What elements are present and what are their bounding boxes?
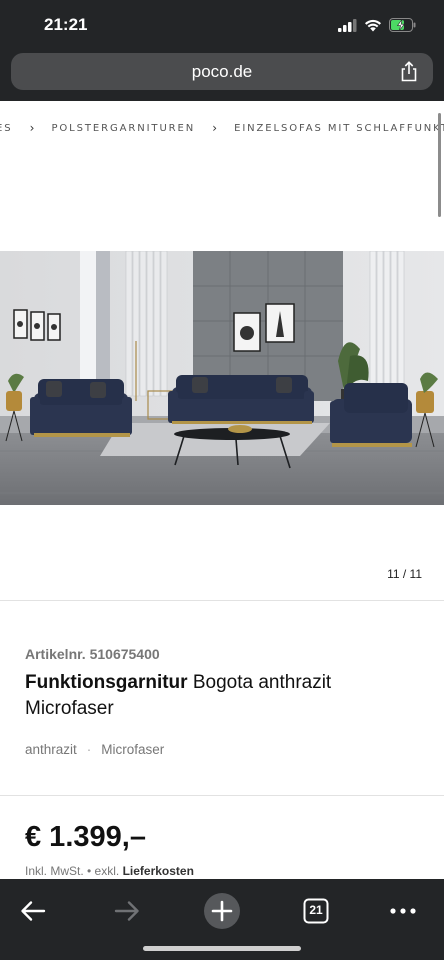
price: € 1.399,– <box>25 821 146 853</box>
living-room-photo <box>0 251 444 505</box>
chevron-right-icon: › <box>29 121 35 135</box>
article-number: Artikelnr. 510675400 <box>25 646 160 662</box>
tabs-button[interactable]: 21 <box>294 889 338 933</box>
divider <box>0 795 444 796</box>
breadcrumb-item[interactable]: POLSTERGARNITUREN <box>51 123 195 134</box>
shipping-costs-link[interactable]: Lieferkosten <box>123 864 194 878</box>
tabs-count: 21 <box>309 903 323 917</box>
product-image[interactable] <box>0 251 444 505</box>
product-title: Funktionsgarnitur Bogota anthrazit Micro… <box>25 670 425 722</box>
signal-icon <box>338 18 357 32</box>
more-icon <box>390 908 416 914</box>
scroll-indicator <box>438 113 441 217</box>
wifi-icon <box>365 19 381 31</box>
breadcrumb-item[interactable]: ES <box>0 123 12 134</box>
more-menu-button[interactable] <box>381 889 425 933</box>
divider <box>0 600 444 601</box>
forward-arrow-icon <box>114 901 139 921</box>
product-title-bold: Funktionsgarnitur <box>25 672 188 693</box>
page-content: ES › POLSTERGARNITUREN › EINZELSOFAS MIT… <box>0 101 444 879</box>
share-icon[interactable] <box>399 61 419 82</box>
tag-color: anthrazit <box>25 742 77 757</box>
image-counter: 11 / 11 <box>387 567 422 581</box>
price-note: Inkl. MwSt. • exkl. Lieferkosten <box>25 864 194 878</box>
tag-separator: · <box>86 742 92 757</box>
plus-icon <box>204 893 240 929</box>
status-icons <box>338 16 416 34</box>
address-bar[interactable]: poco.de <box>11 53 433 90</box>
browser-toolbar: 21 <box>0 879 444 960</box>
tag-material: Microfaser <box>101 742 165 757</box>
breadcrumb: ES › POLSTERGARNITUREN › EINZELSOFAS MIT… <box>0 121 444 135</box>
product-tags: anthrazit · Microfaser <box>25 742 164 757</box>
back-arrow-icon <box>21 901 46 921</box>
url-text[interactable]: poco.de <box>11 62 433 82</box>
battery-charging-icon <box>389 18 416 32</box>
chevron-right-icon: › <box>212 121 218 135</box>
forward-button[interactable] <box>105 889 149 933</box>
back-button[interactable] <box>11 889 55 933</box>
breadcrumb-item[interactable]: EINZELSOFAS MIT SCHLAFFUNKTION <box>234 123 444 134</box>
price-note-text: Inkl. MwSt. • exkl. <box>25 864 123 878</box>
address-bar-area: poco.de <box>0 50 444 101</box>
status-time: 21:21 <box>44 15 88 34</box>
home-indicator <box>143 946 301 951</box>
new-tab-button[interactable] <box>200 889 244 933</box>
status-bar: 21:21 <box>0 0 444 50</box>
